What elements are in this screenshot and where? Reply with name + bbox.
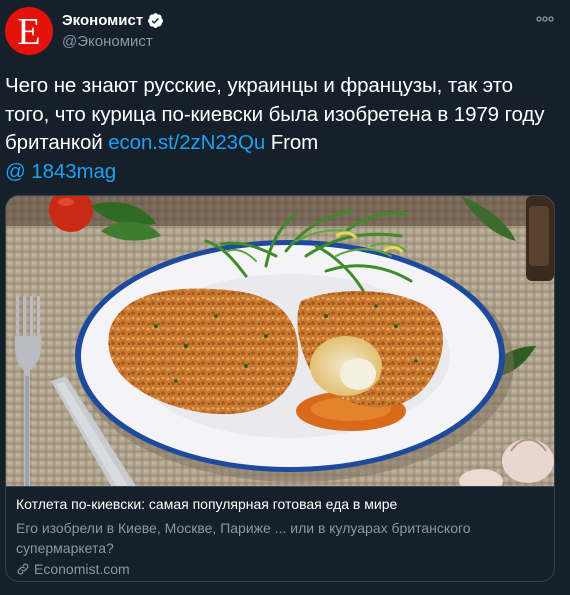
display-name-row: Экономист [62, 11, 164, 29]
card-description: Его изобрели в Киеве, Москве, Париже ...… [16, 520, 471, 556]
tweet-header: E Экономист @Экономист [0, 0, 570, 66]
card-image[interactable] [6, 196, 554, 486]
avatar-logo-letter: E [17, 11, 41, 53]
tweet-text-from: From [265, 131, 319, 154]
avatar[interactable]: E [5, 7, 53, 55]
card-source-domain: Economist.com [34, 561, 130, 577]
tweet-text: Чего не знают русские, украинцы и францу… [5, 72, 560, 186]
display-name[interactable]: Экономист [62, 12, 143, 29]
more-options-button[interactable] [534, 9, 556, 29]
tweet-link[interactable]: econ.st/2zN23Qu [108, 131, 265, 154]
verified-badge-icon [148, 12, 164, 28]
more-options-icon [536, 16, 554, 22]
account-handle[interactable]: @Экономист [62, 33, 164, 50]
mention-link[interactable]: @ 1843mag [5, 160, 116, 183]
link-preview-card[interactable]: Котлета по-киевски: самая популярная гот… [5, 195, 555, 582]
card-body[interactable]: Котлета по-киевски: самая популярная гот… [6, 486, 554, 581]
account-names: Экономист @Экономист [62, 11, 164, 50]
card-title: Котлета по-киевски: самая популярная гот… [16, 496, 398, 512]
card-source: Economist.com [16, 561, 544, 577]
link-icon [17, 563, 29, 575]
